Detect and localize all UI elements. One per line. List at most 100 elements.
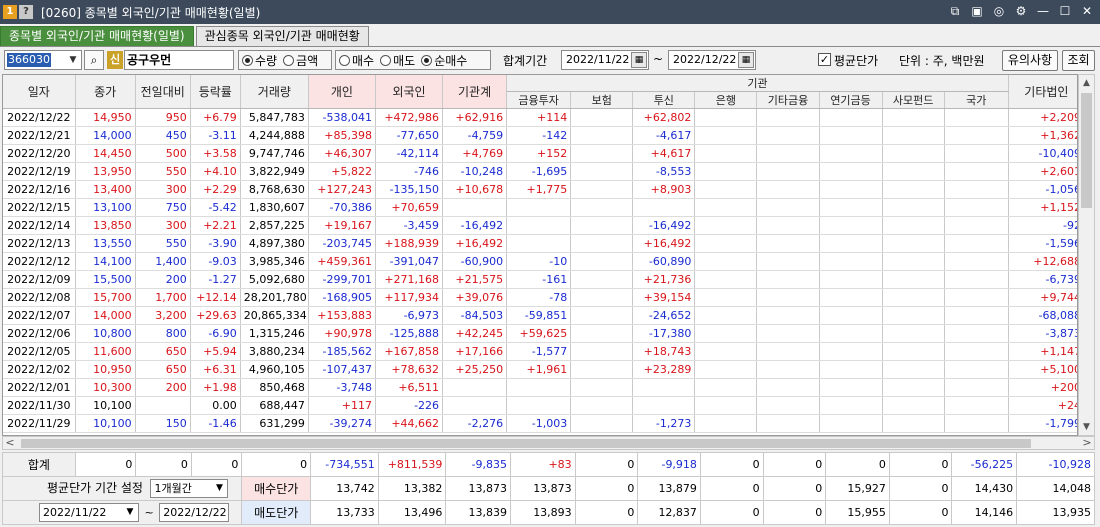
scroll-thumb[interactable]	[1081, 93, 1092, 208]
totals-row: 합계 0 0 0 0 -734,551 +811,539 -9,835 +83 …	[2, 452, 1095, 477]
date-tilde: ~	[653, 52, 664, 66]
header-bank[interactable]: 은행	[694, 91, 758, 109]
table-row[interactable]: 2022/12/12 14,100 1,400 -9.03 3,985,346 +459,…	[3, 252, 1077, 271]
save-icon[interactable]: ▣	[970, 3, 984, 19]
header-foreign[interactable]: 외국인	[375, 75, 444, 109]
avg-price-checkbox[interactable]: ✓	[818, 53, 831, 66]
table-cell	[944, 306, 1009, 325]
vertical-scrollbar[interactable]: ▲ ▼	[1078, 74, 1095, 436]
table-row[interactable]: 2022/12/09 15,500 200 -1.27 5,092,680 -299,70…	[3, 270, 1077, 289]
table-row[interactable]: 2022/12/06 10,800 800 -6.90 1,315,246 +90,978…	[3, 324, 1077, 343]
scroll-down-icon[interactable]: ▼	[1079, 419, 1094, 435]
table-cell	[756, 378, 820, 397]
scroll-left-icon[interactable]: <	[3, 436, 17, 450]
avg-period-label: 평균단가 기간 설정	[47, 480, 143, 495]
calendar-icon[interactable]: ▦	[631, 52, 647, 68]
scroll-up-icon[interactable]: ▲	[1079, 75, 1094, 91]
scroll-thumb[interactable]	[21, 439, 1031, 448]
help-icon[interactable]: ?	[19, 5, 33, 19]
table-cell	[882, 378, 945, 397]
header-government[interactable]: 국가	[944, 91, 1009, 109]
header-investment-trust[interactable]: 투신	[632, 91, 696, 109]
table-cell	[570, 324, 634, 343]
table-row[interactable]: 2022/12/19 13,950 550 +4.10 3,822,949 +5,822-…	[3, 162, 1077, 181]
radio-buy[interactable]: 매수	[339, 52, 374, 69]
table-row[interactable]: 2022/12/01 10,300 200 +1.98 850,468 -3,748 +6,…	[3, 378, 1077, 397]
chevron-down-icon[interactable]: ▼	[212, 481, 226, 496]
header-date[interactable]: 일자	[3, 75, 76, 109]
table-row[interactable]: 2022/11/3010,100 0.00688,447+117-226 +24	[3, 396, 1077, 415]
table-cell	[819, 180, 883, 199]
header-volume[interactable]: 거래량	[240, 75, 309, 109]
table-row[interactable]: 2022/12/22 14,950 950 +6.79 5,847,783 -538,04…	[3, 108, 1077, 127]
header-individual[interactable]: 개인	[308, 75, 376, 109]
radio-amount[interactable]: 금액	[283, 52, 318, 69]
chevron-down-icon[interactable]: ▼	[66, 52, 80, 68]
total-cell: -734,551	[310, 452, 379, 477]
header-rate[interactable]: 등락률	[190, 75, 241, 109]
table-row[interactable]: 2022/12/13 13,550 550 -3.90 4,897,380 -203,74…	[3, 234, 1077, 253]
table-cell	[819, 396, 883, 415]
scroll-right-icon[interactable]: >	[1080, 436, 1094, 450]
table-cell	[506, 216, 572, 235]
table-cell	[882, 288, 945, 307]
link-window-icon[interactable]: ⧉	[948, 3, 962, 19]
date-to-input[interactable]: 2022/12/22 ▦	[668, 50, 756, 70]
radio-quantity[interactable]: 수량	[242, 52, 277, 69]
table-row[interactable]: 2022/12/20 14,450 500 +3.58 9,747,746 +46,307…	[3, 144, 1077, 163]
table-row[interactable]: 2022/12/05 11,600 650 +5.94 3,880,234 -185,56…	[3, 342, 1077, 361]
table-row[interactable]: 2022/12/15 13,100 750 -5.42 1,830,607 -70,386…	[3, 198, 1077, 217]
camera-icon[interactable]: ◎	[992, 3, 1006, 19]
table-row[interactable]: 2022/11/29 10,100 150 -1.46 631,299 -39,274 +4…	[3, 414, 1077, 433]
search-icon[interactable]: ⌕	[84, 50, 104, 70]
table-cell	[882, 234, 945, 253]
header-financial-invest[interactable]: 금융투자	[506, 91, 572, 109]
table-cell: 5,092,680	[240, 270, 309, 289]
table-cell	[819, 216, 883, 235]
header-pension[interactable]: 연기금등	[819, 91, 883, 109]
table-cell: 13,550	[75, 234, 136, 253]
table-cell	[756, 324, 820, 343]
table-cell: +6.79	[190, 108, 241, 127]
header-change[interactable]: 전일대비	[135, 75, 191, 109]
notice-button[interactable]: 유의사항	[1002, 50, 1058, 71]
table-cell: 2022/12/20	[3, 144, 76, 163]
calendar-icon[interactable]: ▦	[738, 52, 754, 68]
horizontal-scrollbar[interactable]: < >	[2, 436, 1095, 450]
table-cell: 300	[135, 216, 191, 235]
radio-sell[interactable]: 매도	[380, 52, 415, 69]
table-row[interactable]: 2022/12/08 15,700 1,700 +12.14 28,201,780 -16…	[3, 288, 1077, 307]
date-from-input[interactable]: 2022/11/22 ▦	[561, 50, 649, 70]
table-row[interactable]: 2022/12/02 10,950 650 +6.31 4,960,105 -107,43…	[3, 360, 1077, 379]
screen-number-icon[interactable]: 1	[3, 5, 17, 19]
chevron-down-icon[interactable]: ▼	[123, 505, 137, 520]
header-insurance[interactable]: 보험	[570, 91, 634, 109]
stock-code-input[interactable]: 366030 ▼	[4, 50, 82, 70]
settings-icon[interactable]: ⚙	[1014, 3, 1028, 19]
table-cell: 0.00	[190, 396, 241, 415]
header-institution-total[interactable]: 기관계	[442, 75, 508, 109]
header-private-fund[interactable]: 사모펀드	[882, 91, 945, 109]
table-cell	[694, 198, 758, 217]
table-cell: +4.10	[190, 162, 241, 181]
radio-net-buy[interactable]: 순매수	[421, 52, 467, 69]
close-icon[interactable]: ✕	[1080, 3, 1094, 19]
table-cell: 13,100	[75, 198, 136, 217]
table-cell	[570, 162, 634, 181]
tab-stock-daily[interactable]: 종목별 외국인/기관 매매현황(일별)	[0, 26, 194, 46]
maximize-icon[interactable]: ☐	[1058, 3, 1072, 19]
table-row[interactable]: 2022/12/14 13,850 300 +2.21 2,857,225 +19,167…	[3, 216, 1077, 235]
tab-watchlist[interactable]: 관심종목 외국인/기관 매매현황	[195, 26, 369, 46]
minimize-icon[interactable]: —	[1036, 3, 1050, 19]
table-row[interactable]: 2022/12/16 13,400 300 +2.29 8,768,630 +127,24…	[3, 180, 1077, 199]
query-button[interactable]: 조회	[1062, 50, 1095, 71]
avg-date-to[interactable]: 2022/12/22	[159, 503, 230, 522]
table-row[interactable]: 2022/12/21 14,000 450 -3.11 4,244,888 +85,398…	[3, 126, 1077, 145]
header-other-corp[interactable]: 기타법인	[1008, 75, 1077, 109]
header-close[interactable]: 종가	[75, 75, 136, 109]
header-other-finance[interactable]: 기타금융	[756, 91, 820, 109]
table-cell: 10,800	[75, 324, 136, 343]
period-select[interactable]: 1개월간 ▼	[150, 479, 229, 499]
table-row[interactable]: 2022/12/07 14,000 3,200 +29.63 20,865,334 +15…	[3, 306, 1077, 325]
avg-date-from[interactable]: 2022/11/22 ▼	[39, 503, 139, 522]
